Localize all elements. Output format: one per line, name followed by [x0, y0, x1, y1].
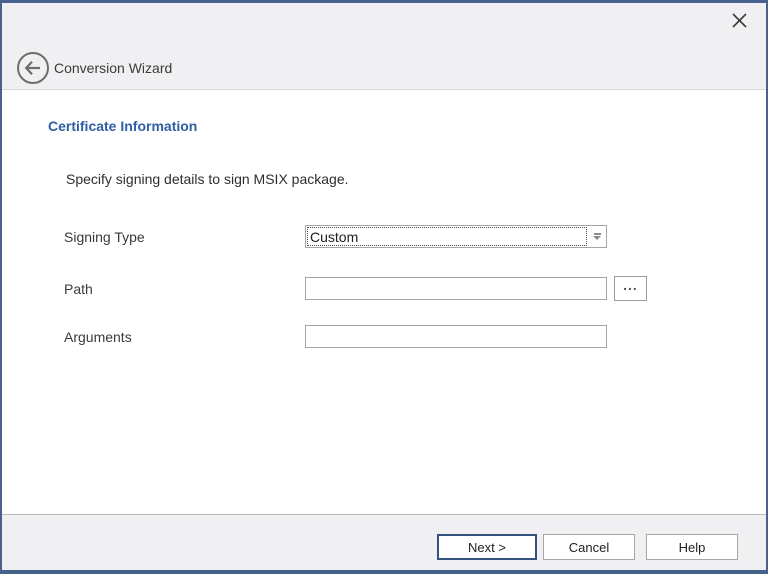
back-button[interactable] — [16, 51, 50, 85]
signing-type-input[interactable] — [306, 226, 588, 247]
signing-type-label: Signing Type — [64, 229, 145, 245]
arguments-input[interactable] — [305, 325, 607, 348]
signing-type-combobox[interactable] — [305, 225, 607, 248]
browse-button[interactable]: ... — [614, 276, 647, 301]
path-label: Path — [64, 281, 93, 297]
cancel-button[interactable]: Cancel — [543, 534, 635, 560]
close-icon — [731, 12, 748, 32]
arguments-label: Arguments — [64, 329, 132, 345]
page-heading: Certificate Information — [48, 118, 197, 134]
close-button[interactable] — [726, 9, 752, 35]
ellipsis-icon: ... — [623, 278, 638, 292]
signing-type-dropdown-button[interactable] — [588, 226, 606, 247]
conversion-wizard-window: Conversion Wizard Certificate Informatio… — [0, 0, 768, 574]
back-arrow-icon — [16, 73, 50, 88]
help-button[interactable]: Help — [646, 534, 738, 560]
wizard-header: Conversion Wizard — [2, 3, 766, 90]
chevron-down-icon — [593, 233, 601, 240]
window-title: Conversion Wizard — [54, 58, 172, 78]
path-input[interactable] — [305, 277, 607, 300]
page-description: Specify signing details to sign MSIX pac… — [66, 171, 349, 187]
next-button[interactable]: Next > — [437, 534, 537, 560]
